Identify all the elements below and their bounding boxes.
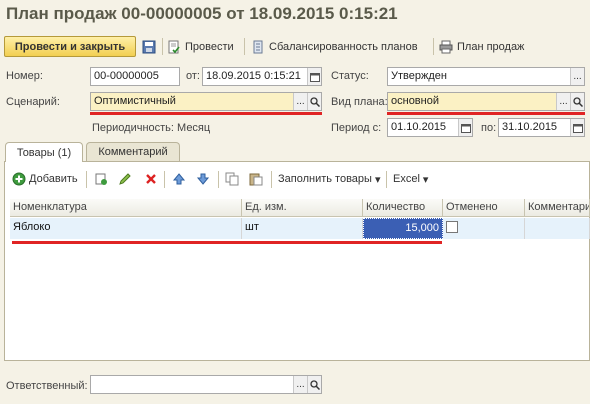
copy-add-icon bbox=[95, 173, 107, 185]
magnifier-icon bbox=[309, 96, 320, 107]
date-value: 18.09.2015 0:15:21 bbox=[206, 70, 301, 82]
column-header-unit[interactable]: Ед. изм. bbox=[242, 199, 363, 217]
balance-button[interactable]: Сбалансированность планов bbox=[251, 36, 418, 57]
scenario-red-underline bbox=[90, 112, 322, 115]
status-label: Статус: bbox=[331, 70, 369, 82]
balance-button-label: Сбалансированность планов bbox=[269, 40, 418, 53]
copy-row-button[interactable] bbox=[94, 168, 108, 190]
plus-circle-icon bbox=[12, 172, 26, 186]
status-field[interactable]: Утвержден ... bbox=[387, 67, 585, 86]
copy-icon bbox=[225, 172, 239, 186]
add-row-label: Добавить bbox=[29, 173, 78, 185]
column-header-quantity[interactable]: Количество bbox=[363, 199, 443, 217]
delete-x-icon bbox=[146, 174, 156, 184]
number-label: Номер: bbox=[6, 70, 43, 82]
plan-type-red-underline bbox=[387, 112, 585, 115]
arrow-up-icon bbox=[172, 173, 186, 185]
move-up-button[interactable] bbox=[172, 168, 186, 190]
excel-label: Excel bbox=[393, 173, 420, 185]
paste-icon bbox=[249, 173, 263, 186]
cell-comment[interactable] bbox=[525, 218, 590, 239]
fill-goods-dropdown[interactable]: Заполнить товары ▾ bbox=[278, 168, 380, 190]
print-button[interactable]: План продаж bbox=[439, 36, 524, 57]
goods-panel bbox=[4, 161, 590, 361]
calendar-icon[interactable] bbox=[458, 119, 472, 136]
responsible-select-button[interactable]: ... bbox=[293, 376, 307, 393]
scenario-label: Сценарий: bbox=[6, 96, 60, 108]
cell-quantity[interactable]: 15,000 bbox=[363, 218, 443, 239]
date-field[interactable]: 18.09.2015 0:15:21 bbox=[202, 67, 322, 86]
copy-button[interactable] bbox=[225, 168, 239, 190]
status-select-button[interactable]: ... bbox=[570, 68, 584, 85]
column-header-item[interactable]: Номенклатура bbox=[10, 199, 242, 217]
periodicity-text: Периодичность: Месяц bbox=[92, 122, 211, 134]
pencil-icon bbox=[119, 173, 131, 185]
dropdown-arrow-icon: ▾ bbox=[422, 173, 429, 186]
printer-icon bbox=[439, 40, 453, 53]
plan-type-select-button[interactable]: ... bbox=[556, 93, 570, 110]
scenario-field[interactable]: Оптимистичный ... bbox=[90, 92, 322, 111]
report-icon bbox=[253, 40, 263, 53]
toolbar-separator bbox=[386, 171, 387, 188]
period-from-field[interactable]: 01.10.2015 bbox=[387, 118, 473, 137]
add-row-button[interactable]: Добавить bbox=[12, 168, 78, 190]
toolbar-separator bbox=[164, 171, 165, 188]
row-red-underline bbox=[12, 241, 442, 244]
post-document-icon bbox=[168, 40, 180, 53]
scenario-select-button[interactable]: ... bbox=[293, 93, 307, 110]
responsible-open-button[interactable] bbox=[307, 376, 321, 393]
cell-cancelled[interactable] bbox=[443, 218, 525, 239]
cell-unit[interactable]: шт bbox=[242, 218, 363, 239]
plan-type-field[interactable]: основной ... bbox=[387, 92, 585, 111]
toolbar-separator bbox=[86, 171, 87, 188]
arrow-down-icon bbox=[196, 173, 210, 185]
post-and-close-button[interactable]: Провести и закрыть bbox=[4, 36, 136, 57]
number-field[interactable]: 00-00000005 bbox=[90, 67, 180, 86]
paste-button[interactable] bbox=[249, 168, 263, 190]
cancelled-checkbox[interactable] bbox=[446, 221, 458, 234]
period-from-value: 01.10.2015 bbox=[391, 121, 447, 133]
post-button[interactable]: Провести bbox=[167, 36, 234, 57]
responsible-field[interactable]: ... bbox=[90, 375, 322, 394]
calendar-icon[interactable] bbox=[570, 119, 584, 136]
responsible-label: Ответственный: bbox=[6, 380, 88, 392]
print-button-label: План продаж bbox=[457, 40, 525, 53]
edit-row-button[interactable] bbox=[118, 168, 132, 190]
column-header-cancelled[interactable]: Отменено bbox=[443, 199, 525, 217]
save-icon bbox=[142, 40, 156, 53]
toolbar-separator bbox=[218, 171, 219, 188]
post-button-label: Провести bbox=[185, 40, 234, 53]
tab-goods[interactable]: Товары (1) bbox=[5, 142, 83, 162]
date-label: от: bbox=[186, 70, 200, 82]
tab-comment[interactable]: Комментарий bbox=[86, 142, 180, 161]
status-value: Утвержден bbox=[391, 70, 447, 82]
toolbar-separator bbox=[244, 38, 245, 55]
scenario-value: Оптимистичный bbox=[94, 95, 176, 107]
scenario-open-button[interactable] bbox=[307, 93, 321, 110]
fill-goods-label: Заполнить товары bbox=[278, 173, 372, 185]
plan-type-value: основной bbox=[391, 95, 439, 107]
plan-type-open-button[interactable] bbox=[570, 93, 584, 110]
period-from-label: Период с: bbox=[331, 122, 382, 134]
calendar-icon[interactable] bbox=[307, 68, 321, 85]
period-to-value: 31.10.2015 bbox=[502, 121, 558, 133]
column-header-comment[interactable]: Комментарий bbox=[525, 199, 590, 217]
dropdown-arrow-icon: ▾ bbox=[374, 173, 381, 186]
magnifier-icon bbox=[572, 96, 583, 107]
magnifier-icon bbox=[309, 379, 320, 390]
cell-item[interactable]: Яблоко bbox=[10, 218, 242, 239]
toolbar-separator bbox=[271, 171, 272, 188]
toolbar-separator bbox=[162, 38, 163, 55]
plan-type-label: Вид плана: bbox=[331, 96, 388, 108]
excel-dropdown[interactable]: Excel ▾ bbox=[393, 168, 428, 190]
save-button[interactable] bbox=[142, 36, 158, 57]
period-to-label: по: bbox=[481, 122, 497, 134]
period-to-field[interactable]: 31.10.2015 bbox=[498, 118, 585, 137]
window-title: План продаж 00-00000005 от 18.09.2015 0:… bbox=[6, 4, 398, 23]
move-down-button[interactable] bbox=[196, 168, 210, 190]
delete-row-button[interactable] bbox=[144, 168, 158, 190]
toolbar-separator bbox=[433, 38, 434, 55]
